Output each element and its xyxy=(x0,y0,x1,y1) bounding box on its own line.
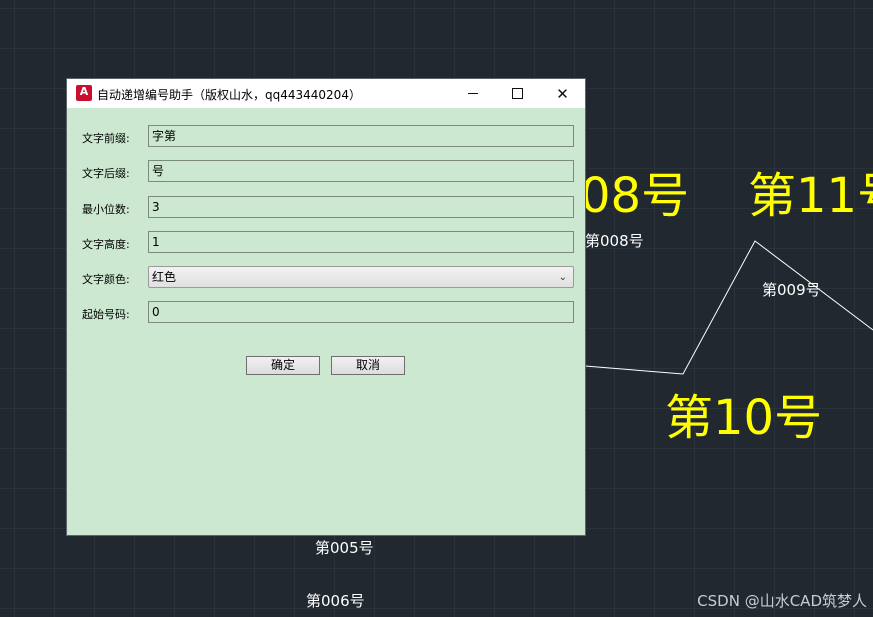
text-color-label: 文字颜色: xyxy=(82,273,130,286)
numbering-dialog: A 自动递增编号助手（版权山水，qq443440204） ✕ 文字前缀: 字第 … xyxy=(67,79,585,535)
cad-label-10-big: 第10号 xyxy=(665,390,823,446)
text-height-input[interactable]: 1 xyxy=(148,231,574,253)
suffix-input[interactable]: 号 xyxy=(148,160,574,182)
maximize-button[interactable] xyxy=(495,79,540,108)
cad-label-08-big: 08号 xyxy=(580,168,690,224)
cad-label-006-small: 第006号 xyxy=(306,592,365,610)
minimize-icon xyxy=(467,93,478,94)
start-number-row: 起始号码: 0 xyxy=(67,301,585,325)
cancel-button[interactable]: 取消 xyxy=(331,356,405,375)
watermark: CSDN @山水CAD筑梦人 xyxy=(697,592,867,610)
min-digits-label: 最小位数: xyxy=(82,203,130,216)
prefix-row: 文字前缀: 字第 xyxy=(67,125,585,149)
prefix-input[interactable]: 字第 xyxy=(148,125,574,147)
start-number-label: 起始号码: xyxy=(82,308,130,321)
app-logo-icon: A xyxy=(76,85,92,101)
maximize-icon xyxy=(512,88,523,99)
text-color-row: 文字颜色: 红色 ⌄ xyxy=(67,266,585,290)
cad-label-009-small: 第009号 xyxy=(762,281,821,299)
window-title: 自动递增编号助手（版权山水，qq443440204） xyxy=(97,88,361,102)
cad-label-005-small: 第005号 xyxy=(315,539,374,557)
cad-label-008-small: 第008号 xyxy=(585,232,644,250)
ok-button[interactable]: 确定 xyxy=(246,356,320,375)
minimize-button[interactable] xyxy=(450,79,495,108)
prefix-label: 文字前缀: xyxy=(82,132,130,145)
min-digits-input[interactable]: 3 xyxy=(148,196,574,218)
chevron-down-icon: ⌄ xyxy=(558,272,567,283)
start-number-input[interactable]: 0 xyxy=(148,301,574,323)
min-digits-row: 最小位数: 3 xyxy=(67,196,585,220)
close-button[interactable]: ✕ xyxy=(540,79,585,108)
suffix-row: 文字后缀: 号 xyxy=(67,160,585,184)
text-height-label: 文字高度: xyxy=(82,238,130,251)
close-icon: ✕ xyxy=(556,84,569,103)
text-height-row: 文字高度: 1 xyxy=(67,231,585,255)
suffix-label: 文字后缀: xyxy=(82,167,130,180)
text-color-selected: 红色 xyxy=(152,270,177,284)
text-color-select[interactable]: 红色 ⌄ xyxy=(148,266,574,288)
cad-label-11-big: 第11号 xyxy=(748,168,873,224)
title-bar[interactable]: A 自动递增编号助手（版权山水，qq443440204） ✕ xyxy=(67,79,585,108)
